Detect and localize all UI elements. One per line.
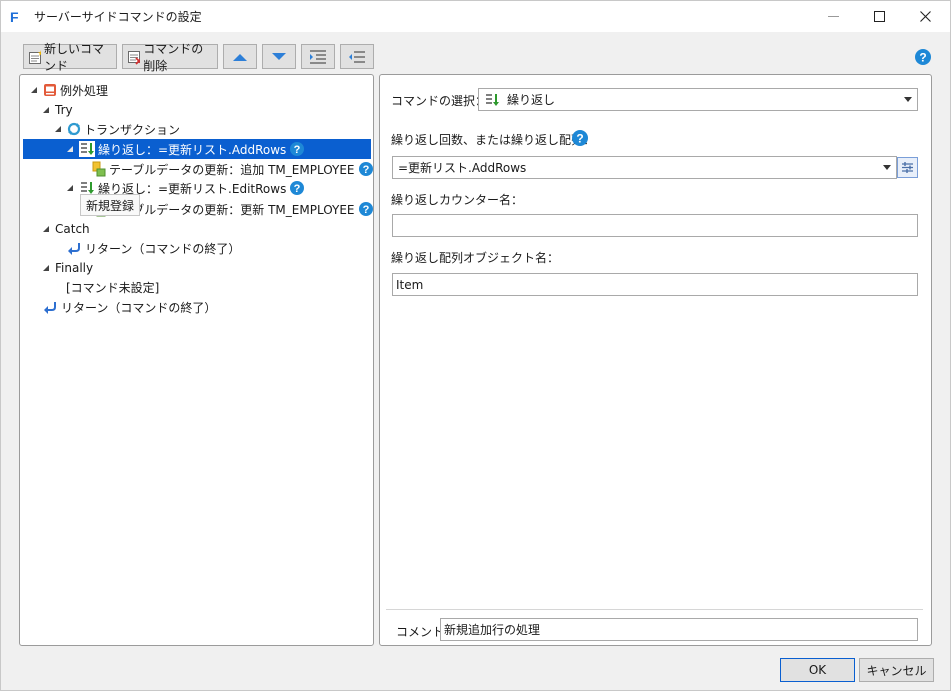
delete-command-button[interactable]: コマンドの削除 [122,42,218,73]
repeat-count-label: 繰り返し回数、または繰り返し配列： [391,133,596,147]
return-icon [42,300,58,314]
help-icon: ? [915,49,931,65]
help-icon[interactable]: ? [290,181,305,195]
cancel-button[interactable]: キャンセル [859,658,934,682]
indent-button[interactable] [301,44,335,69]
help-icon[interactable]: ? [358,162,373,176]
help-button[interactable]: ? [915,49,931,68]
tree-item-label: 例外処理 [60,83,109,98]
tree-item-label: [コマンド未設定] [66,280,160,295]
tree-item-selected[interactable]: 繰り返し：=更新リスト.AddRows ? [23,139,371,159]
repeat-icon [79,141,95,157]
outdent-button[interactable] [340,44,374,69]
tree-item-label: Catch [55,222,90,236]
array-object-value: Item [396,277,424,292]
command-select-dropdown[interactable]: 繰り返し [478,88,918,111]
tree-item-label: トランザクション [84,122,181,137]
table-update-icon [90,161,106,177]
command-tree-panel: 例外処理 Try トランザクション 繰り返し：=更新リスト.AddRows ? … [19,74,374,646]
tree-item-label: 繰り返し：=更新リスト.AddRows [98,142,287,157]
new-command-button[interactable]: 新しいコマンド [23,42,117,73]
tree-item-label: リターン（コマンドの終了） [85,241,241,256]
command-select-value: 繰り返し [507,93,556,107]
tree-item-label: Finally [55,261,94,275]
expand-triangle-icon[interactable] [41,105,51,115]
expand-triangle-icon[interactable] [41,263,51,273]
window-title: サーバーサイドコマンドの設定 [34,10,202,24]
expand-triangle-icon[interactable] [29,85,39,95]
maximize-icon [873,11,885,22]
expand-triangle-icon[interactable] [65,144,75,154]
tree-item[interactable]: Catch [41,219,90,239]
app-logo-icon: F [10,8,19,25]
array-object-input[interactable]: Item [392,273,918,296]
counter-name-input[interactable] [392,214,918,237]
command-select-label: コマンドの選択： [391,94,488,108]
repeat-count-value: =更新リスト.AddRows [398,161,527,175]
svg-text:?: ? [919,51,926,65]
help-icon[interactable]: ? [290,142,305,156]
expand-triangle-icon[interactable] [65,183,75,193]
svg-text:?: ? [362,204,369,216]
tree-item-label: テーブルデータの更新：更新 TM_EMPLOYEE [109,202,355,217]
delete-command-icon [128,50,141,65]
tree-item[interactable]: Try [41,100,73,120]
expand-triangle-icon[interactable] [41,224,51,234]
dialog-window: F サーバーサイドコマンドの設定 新しいコマンド コマンドの削除 ? 例外処理 … [0,0,951,691]
return-icon [66,241,82,255]
close-button[interactable] [902,1,948,32]
outdent-icon [349,50,365,63]
tooltip: 新規登録 [80,194,141,216]
help-icon[interactable]: ? [358,202,373,216]
delete-command-label: コマンドの削除 [143,41,204,73]
repeat-count-combobox[interactable]: =更新リスト.AddRows [392,156,897,179]
close-icon [919,11,931,22]
title-bar: F サーバーサイドコマンドの設定 [1,1,950,32]
indent-icon [310,49,326,64]
tree-item[interactable]: トランザクション [53,119,180,139]
array-object-label: 繰り返し配列オブジェクト名： [391,251,560,265]
move-up-button[interactable] [223,44,257,69]
svg-text:?: ? [576,132,583,146]
expand-triangle-icon[interactable] [53,124,63,134]
minimize-button[interactable] [810,1,856,32]
help-icon[interactable]: ? [572,130,588,149]
tree-item[interactable]: テーブルデータの更新：追加 TM_EMPLOYEE ? [90,159,373,179]
svg-text:?: ? [362,164,369,176]
comment-divider [386,609,923,610]
tree-item[interactable]: [コマンド未設定] [66,277,159,297]
chevron-down-icon [904,97,912,102]
formula-editor-button[interactable] [897,157,918,178]
maximize-button[interactable] [856,1,902,32]
comment-input[interactable]: 新規追加行の処理 [440,618,918,641]
ok-button[interactable]: OK [780,658,855,682]
comment-value: 新規追加行の処理 [444,623,541,637]
svg-text:?: ? [294,144,301,156]
new-command-label: 新しいコマンド [43,41,104,73]
minimize-icon [827,16,839,17]
exception-icon [43,83,57,97]
new-command-icon [29,49,41,64]
tree-item-label: Try [55,103,73,117]
tree-item[interactable]: 例外処理 [29,80,108,100]
arrow-down-icon [272,52,286,60]
tree-item[interactable]: リターン（コマンドの終了） [66,238,240,258]
repeat-icon [484,92,500,108]
tree-item[interactable]: リターン（コマンドの終了） [42,297,216,317]
tree-item-label: テーブルデータの更新：追加 TM_EMPLOYEE [109,162,355,177]
counter-name-label: 繰り返しカウンター名： [391,193,524,207]
svg-text:?: ? [294,183,301,195]
transaction-icon [67,122,81,136]
toolbar: 新しいコマンド コマンドの削除 [23,42,374,73]
comment-label: コメント [396,625,445,639]
formula-icon [902,162,913,173]
arrow-up-icon [233,53,247,61]
tree-item-label: リターン（コマンドの終了） [61,300,217,315]
move-down-button[interactable] [262,44,296,69]
chevron-down-icon [883,165,891,170]
tree-item[interactable]: Finally [41,258,93,278]
command-tree: 例外処理 Try トランザクション 繰り返し：=更新リスト.AddRows ? … [20,75,373,645]
